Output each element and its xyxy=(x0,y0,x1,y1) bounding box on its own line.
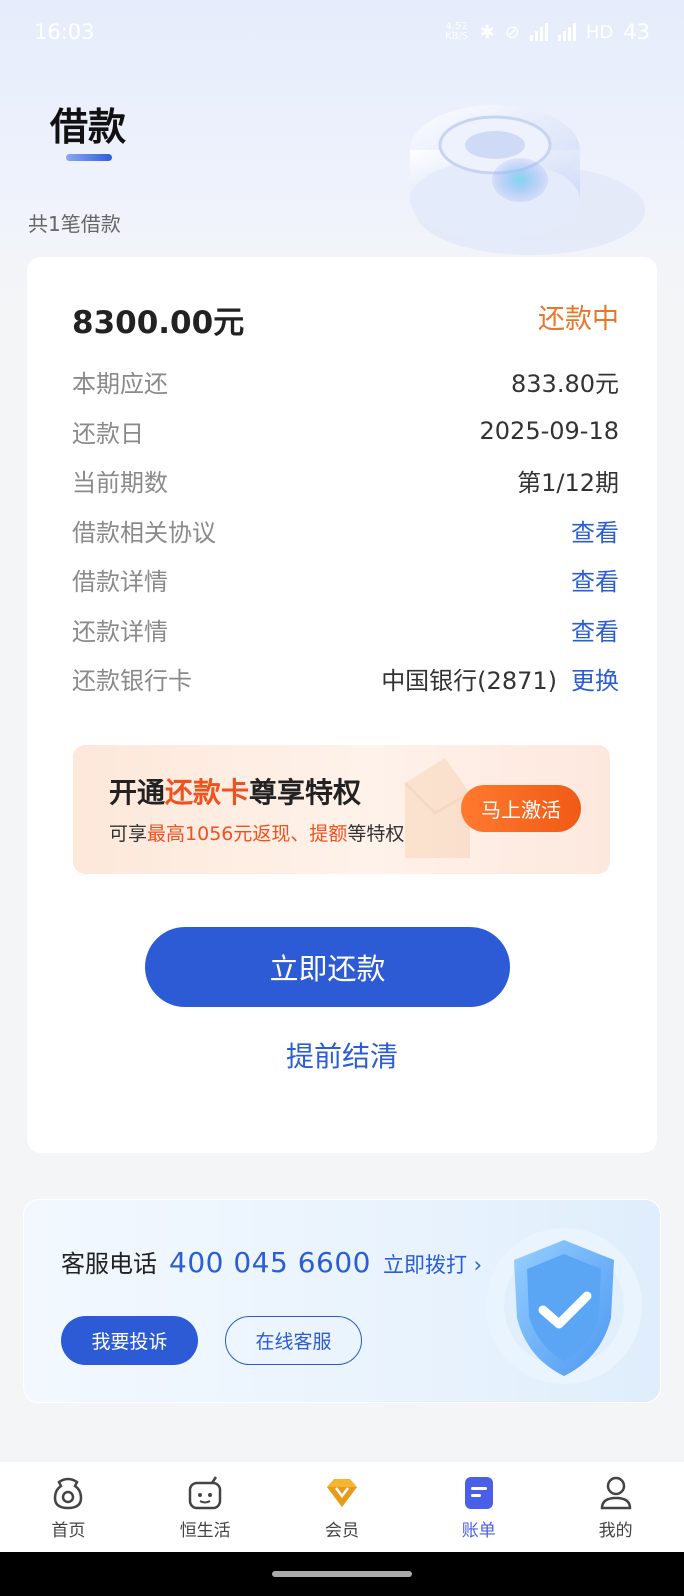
loan-card: 8300.00元 还款中 本期应还 833.80元 还款日 2025-09-18… xyxy=(27,257,657,1153)
bottom-tab-bar: 首页 恒生活 会员 账单 我的 xyxy=(0,1462,684,1552)
complain-button[interactable]: 我要投诉 xyxy=(61,1316,198,1365)
online-service-button[interactable]: 在线客服 xyxy=(225,1316,362,1365)
view-loan-details-link[interactable]: 查看 xyxy=(571,562,619,597)
repay-card-promo-banner[interactable]: 开通还款卡尊享特权 可享最高1056元返现、提额等特权 马上激活 xyxy=(73,745,610,874)
tab-label: 会员 xyxy=(324,1520,359,1541)
call-now-link[interactable]: 立即拨打 › xyxy=(383,1249,482,1279)
life-icon xyxy=(188,1475,222,1509)
diamond-icon xyxy=(326,1478,357,1507)
system-nav-bar xyxy=(0,1552,684,1596)
signal-icon xyxy=(529,23,548,41)
hd-icon: HD xyxy=(585,21,614,43)
call-now-label: 立即拨打 xyxy=(382,1253,467,1277)
tab-label: 账单 xyxy=(461,1520,496,1541)
battery-level: 43 xyxy=(623,20,650,44)
tab-bill[interactable]: 账单 xyxy=(424,1474,534,1541)
view-agreements-link[interactable]: 查看 xyxy=(571,513,619,548)
promo-title-pre: 开通 xyxy=(109,776,166,809)
tab-label: 我的 xyxy=(598,1520,633,1541)
row-value: 2025-09-18 xyxy=(479,417,619,446)
promo-subtitle: 可享最高1056元返现、提额等特权 xyxy=(109,819,404,846)
decorative-ring-illustration xyxy=(410,105,645,255)
customer-service-card: 客服电话 400 045 6600 立即拨打 › 我要投诉 在线客服 xyxy=(23,1199,661,1403)
service-phone-row: 客服电话 400 045 6600 立即拨打 › xyxy=(61,1244,482,1279)
row-label: 借款相关协议 xyxy=(72,518,216,547)
promo-sub-post: 等特权 xyxy=(347,823,405,845)
early-settlement-link[interactable]: 提前结清 xyxy=(27,1035,657,1075)
service-phone-label: 客服电话 xyxy=(61,1250,157,1278)
row-current-period: 当前期数 第1/12期 xyxy=(72,456,619,506)
change-card-link[interactable]: 更换 xyxy=(571,661,619,696)
home-icon xyxy=(54,1477,83,1509)
repay-card-value: 中国银行(2871) 更换 xyxy=(381,661,619,696)
row-loan-agreements: 借款相关协议 查看 xyxy=(72,506,619,556)
view-repay-details-link[interactable]: 查看 xyxy=(571,612,619,647)
row-repay-details: 还款详情 查看 xyxy=(72,605,619,655)
promo-title-highlight: 还款卡 xyxy=(165,776,250,809)
service-phone-number[interactable]: 400 045 6600 xyxy=(169,1246,371,1279)
promo-sub-pre: 可享 xyxy=(109,823,148,845)
net-speed: 4.52 KB/S xyxy=(445,21,469,42)
profile-icon xyxy=(600,1476,631,1509)
row-value: 第1/12期 xyxy=(517,469,619,498)
row-repay-card: 还款银行卡 中国银行(2871) 更换 xyxy=(72,654,619,704)
tab-profile[interactable]: 我的 xyxy=(561,1474,671,1541)
row-label: 本期应还 xyxy=(72,370,168,399)
bluetooth-icon: ✱ xyxy=(479,21,495,43)
tab-home[interactable]: 首页 xyxy=(13,1474,123,1541)
row-loan-details: 借款详情 查看 xyxy=(72,555,619,605)
row-label: 还款日 xyxy=(72,419,144,448)
promo-title: 开通还款卡尊享特权 xyxy=(109,771,361,811)
activate-button[interactable]: 马上激活 xyxy=(461,785,581,832)
tab-label: 恒生活 xyxy=(179,1520,231,1541)
bill-icon xyxy=(464,1476,493,1509)
row-label: 还款银行卡 xyxy=(72,667,192,696)
row-label: 当前期数 xyxy=(72,469,168,498)
title-underline xyxy=(66,154,112,161)
status-bar: 16:03 4.52 KB/S ✱ ⊘ HD 43 xyxy=(0,0,684,64)
row-label: 还款详情 xyxy=(72,617,168,646)
loan-status: 还款中 xyxy=(538,304,619,335)
loan-amount: 8300.00元 xyxy=(72,305,245,341)
row-due-date: 还款日 2025-09-18 xyxy=(72,407,619,457)
shield-check-icon xyxy=(486,1228,642,1384)
promo-title-post: 尊享特权 xyxy=(249,776,362,809)
mute-icon: ⊘ xyxy=(504,21,520,43)
bank-card: 中国银行(2871) xyxy=(381,667,557,696)
row-label: 借款详情 xyxy=(72,568,168,597)
promo-sub-highlight: 最高1056元返现、提额 xyxy=(147,823,348,845)
signal-icon-2 xyxy=(557,23,576,41)
loan-count: 共1笔借款 xyxy=(28,212,121,236)
row-current-due: 本期应还 833.80元 xyxy=(72,357,619,407)
home-indicator[interactable] xyxy=(272,1571,412,1577)
tab-member[interactable]: 会员 xyxy=(287,1474,397,1541)
page-title: 借款 xyxy=(50,105,127,149)
tab-label: 首页 xyxy=(51,1520,86,1541)
row-value: 833.80元 xyxy=(511,370,619,399)
status-time: 16:03 xyxy=(34,20,95,44)
status-icons: 4.52 KB/S ✱ ⊘ HD 43 xyxy=(444,20,650,44)
tab-life[interactable]: 恒生活 xyxy=(150,1474,260,1541)
loan-details: 本期应还 833.80元 还款日 2025-09-18 当前期数 第1/12期 … xyxy=(72,357,619,704)
pay-now-button[interactable]: 立即还款 xyxy=(145,927,510,1007)
